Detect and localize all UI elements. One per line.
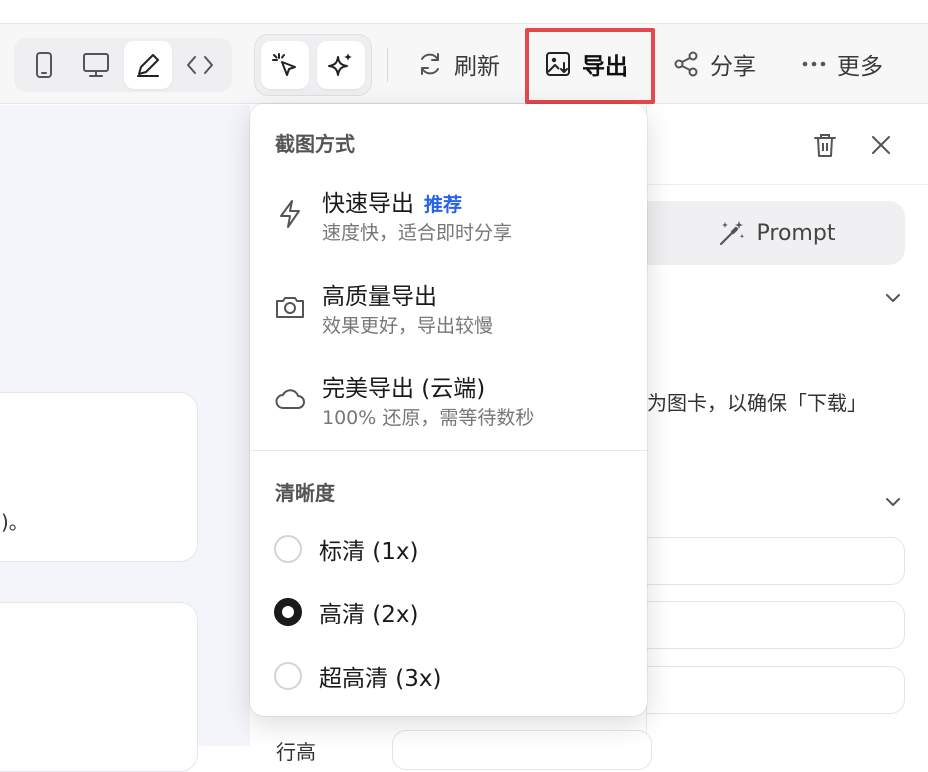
panel-description: 为图卡，以确保「下载」: [647, 391, 867, 415]
chevron-down-icon[interactable]: [883, 288, 903, 308]
radio-label: 标清 (1x): [319, 539, 419, 565]
code-icon: [187, 56, 213, 74]
properties-panel: Prompt 为图卡，以确保「下载」: [646, 105, 928, 746]
share-label: 分享: [710, 54, 756, 80]
recommended-badge: 推荐: [424, 194, 463, 216]
chevron-down-icon[interactable]: [883, 492, 903, 512]
panel-input[interactable]: [647, 537, 905, 585]
camera-icon: [274, 291, 306, 323]
toolbar-divider: [387, 48, 388, 82]
cloud-icon: [274, 383, 306, 415]
trash-icon: [814, 134, 836, 157]
menu-item-quick-export[interactable]: 快速导出 推荐 速度快，适合即时分享: [250, 174, 647, 258]
share-icon: [674, 51, 698, 77]
canvas-card[interactable]: [0, 602, 198, 772]
tool-mode-group: [254, 34, 372, 96]
toolbar: 刷新 导出 分享 更多: [0, 24, 928, 104]
menu-item-subtitle: 100% 还原，需等待数秒: [322, 407, 535, 429]
export-dropdown-menu: 截图方式 快速导出 推荐 速度快，适合即时分享 高质量导出 效果更好，导出较慢 完…: [250, 104, 647, 716]
radio-button[interactable]: [274, 662, 302, 690]
edit-mode-button[interactable]: [124, 41, 172, 89]
menu-item-high-quality-export[interactable]: 高质量导出 效果更好，导出较慢: [250, 267, 647, 351]
refresh-icon: [421, 53, 439, 75]
refresh-label: 刷新: [454, 54, 500, 80]
panel-header: [647, 105, 928, 185]
line-height-input[interactable]: [392, 730, 652, 770]
canvas-card[interactable]: )。: [0, 392, 198, 562]
panel-input[interactable]: [647, 666, 905, 714]
code-view-button[interactable]: [176, 41, 224, 89]
image-export-icon: [546, 52, 570, 76]
menu-item-perfect-export[interactable]: 完美导出 (云端) 100% 还原，需等待数秒: [250, 359, 647, 443]
top-strip: [0, 0, 928, 24]
export-label: 导出: [582, 54, 628, 80]
export-button[interactable]: 导出: [544, 24, 628, 104]
resolution-option-3x[interactable]: 超高清 (3x): [250, 647, 647, 705]
magic-wand-icon: [719, 221, 744, 246]
section-heading-resolution: 清晰度: [275, 481, 335, 505]
more-label: 更多: [837, 54, 883, 80]
menu-item-subtitle: 速度快，适合即时分享: [322, 222, 513, 244]
mobile-icon: [36, 52, 52, 78]
device-mode-group: [14, 38, 232, 92]
resolution-option-2x[interactable]: 高清 (2x): [250, 583, 647, 641]
resolution-option-1x[interactable]: 标清 (1x): [250, 520, 647, 578]
close-button[interactable]: [865, 129, 897, 161]
section-heading-method: 截图方式: [275, 132, 355, 156]
desktop-icon: [83, 53, 109, 77]
select-tool-button[interactable]: [261, 41, 309, 89]
close-icon: [872, 136, 890, 154]
radio-button[interactable]: [274, 535, 302, 563]
panel-input[interactable]: [647, 601, 905, 649]
lightning-icon: [274, 198, 306, 230]
menu-item-subtitle: 效果更好，导出较慢: [322, 315, 494, 337]
more-icon: [802, 61, 826, 67]
prompt-label: Prompt: [756, 220, 836, 246]
mobile-view-button[interactable]: [20, 41, 68, 89]
card-text: )。: [1, 510, 29, 534]
prompt-tab[interactable]: Prompt: [647, 201, 905, 265]
refresh-button[interactable]: 刷新: [416, 24, 500, 104]
menu-item-title: 完美导出 (云端): [322, 376, 486, 402]
share-button[interactable]: 分享: [672, 24, 756, 104]
cursor-click-icon: [272, 53, 296, 76]
pen-icon: [137, 54, 159, 77]
line-height-label: 行高: [276, 740, 316, 764]
more-button[interactable]: 更多: [801, 24, 883, 104]
radio-label: 超高清 (3x): [319, 666, 442, 692]
radio-button-checked[interactable]: [274, 598, 302, 626]
ai-tool-button[interactable]: [317, 41, 365, 89]
delete-button[interactable]: [809, 129, 841, 161]
radio-label: 高清 (2x): [319, 602, 419, 628]
sparkle-icon: [328, 53, 352, 76]
menu-item-title: 高质量导出: [322, 284, 437, 310]
menu-item-title: 快速导出 推荐: [322, 191, 463, 217]
menu-divider: [250, 450, 647, 451]
desktop-view-button[interactable]: [72, 41, 120, 89]
